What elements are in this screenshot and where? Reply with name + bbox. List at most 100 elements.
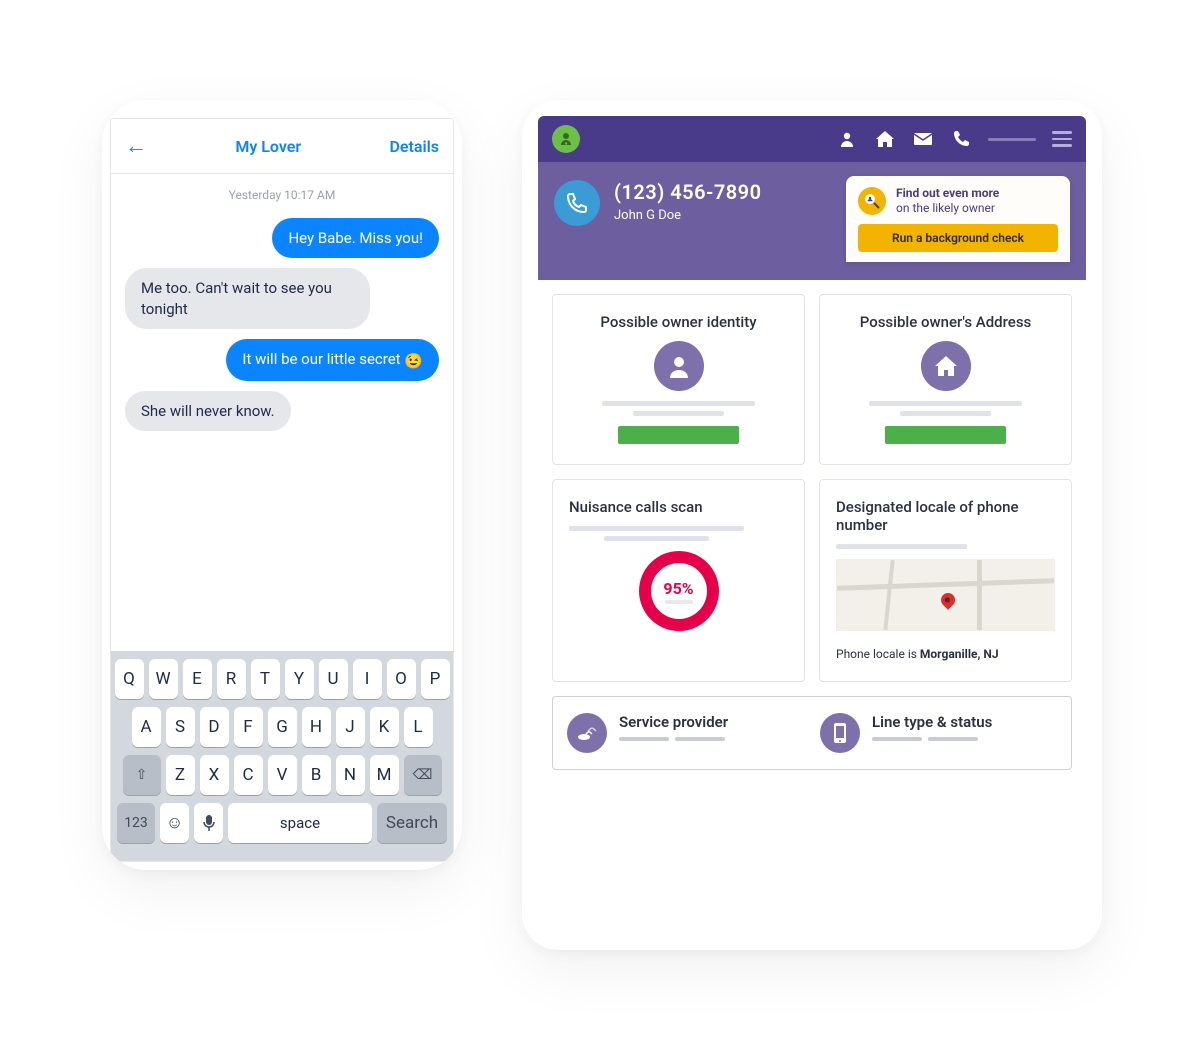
satellite-icon: [567, 713, 607, 753]
chat-header: ← My Lover Details: [111, 119, 453, 174]
key-emoji[interactable]: ☺: [160, 803, 189, 843]
wink-emoji-icon: 😉: [404, 351, 423, 371]
house-circle-icon: [921, 341, 971, 391]
card-nuisance-title: Nuisance calls scan: [569, 498, 703, 516]
back-button[interactable]: ←: [125, 133, 147, 159]
key-s[interactable]: S: [166, 707, 195, 747]
keyboard-row-1: Q W E R T Y U I O P: [117, 659, 447, 699]
action-bar[interactable]: [885, 426, 1005, 444]
nuisance-donut-chart: 95%: [639, 551, 719, 631]
key-m[interactable]: M: [370, 755, 399, 795]
logo-icon[interactable]: [552, 125, 580, 153]
key-p[interactable]: P: [421, 659, 450, 699]
navbar: [538, 116, 1086, 162]
message-bubble-received: She will never know.: [125, 391, 291, 431]
promo-card: Find out even more on the likely owner R…: [846, 176, 1070, 262]
placeholder-dashes: [619, 737, 728, 741]
key-backspace[interactable]: ⌫: [404, 755, 442, 795]
profile-text: (123) 456-7890 John G Doe: [614, 180, 832, 223]
background-check-button[interactable]: Run a background check: [858, 224, 1058, 252]
map-caption: Phone locale is Morganille, NJ: [836, 647, 999, 661]
phone-icon[interactable]: [950, 128, 972, 150]
nav-search-placeholder[interactable]: [988, 138, 1036, 141]
map-thumbnail[interactable]: [836, 559, 1055, 631]
key-mic[interactable]: [194, 803, 223, 843]
key-c[interactable]: C: [234, 755, 263, 795]
bottom-row: Service provider Line type & status: [552, 696, 1072, 770]
card-nuisance[interactable]: Nuisance calls scan 95%: [552, 479, 805, 682]
placeholder-lines: [569, 526, 744, 541]
nuisance-percentage: 95%: [663, 579, 693, 598]
mobile-icon: [820, 713, 860, 753]
keyboard: Q W E R T Y U I O P A S D F G H J K L: [111, 651, 453, 861]
key-a[interactable]: A: [132, 707, 161, 747]
phone-screen: ← My Lover Details Yesterday 10:17 AM He…: [110, 118, 454, 862]
keyboard-row-3: ⇧ Z X C V B N M ⌫: [117, 755, 447, 795]
card-address[interactable]: Possible owner's Address: [819, 294, 1072, 465]
chat-body[interactable]: Yesterday 10:17 AM Hey Babe. Miss you! M…: [111, 174, 453, 651]
key-k[interactable]: K: [370, 707, 399, 747]
promo-text: Find out even more on the likely owner: [896, 186, 999, 216]
card-address-title: Possible owner's Address: [860, 313, 1032, 331]
message-bubble-sent: Hey Babe. Miss you!: [272, 218, 439, 258]
card-locale[interactable]: Designated locale of phone number Phone …: [819, 479, 1072, 682]
key-j[interactable]: J: [336, 707, 365, 747]
key-l[interactable]: L: [404, 707, 433, 747]
key-n[interactable]: N: [336, 755, 365, 795]
key-e[interactable]: E: [183, 659, 212, 699]
key-h[interactable]: H: [302, 707, 331, 747]
key-y[interactable]: Y: [285, 659, 314, 699]
key-w[interactable]: W: [149, 659, 178, 699]
tablet-screen: (123) 456-7890 John G Doe Find out even …: [538, 116, 1086, 934]
mail-icon[interactable]: [912, 128, 934, 150]
key-x[interactable]: X: [200, 755, 229, 795]
map-caption-prefix: Phone locale is: [836, 647, 920, 661]
key-search[interactable]: Search: [377, 803, 447, 843]
card-identity[interactable]: Possible owner identity: [552, 294, 805, 465]
map-caption-location: Morganille, NJ: [920, 647, 999, 661]
person-circle-icon: [654, 341, 704, 391]
line-type-title: Line type & status: [872, 713, 992, 731]
placeholder-dashes: [872, 737, 992, 741]
service-provider-section[interactable]: Service provider: [567, 713, 804, 753]
key-b[interactable]: B: [302, 755, 331, 795]
placeholder-lines: [836, 544, 967, 549]
promo-line-2: on the likely owner: [896, 201, 999, 216]
key-v[interactable]: V: [268, 755, 297, 795]
details-button[interactable]: Details: [389, 137, 439, 156]
profile-phone-number: (123) 456-7890: [614, 180, 832, 204]
key-i[interactable]: I: [353, 659, 382, 699]
chat-title[interactable]: My Lover: [235, 137, 301, 156]
key-space[interactable]: space: [228, 803, 372, 843]
map-pin-icon: [938, 590, 958, 610]
key-u[interactable]: U: [319, 659, 348, 699]
key-z[interactable]: Z: [166, 755, 195, 795]
profile-name: John G Doe: [614, 208, 832, 223]
promo-line-1: Find out even more: [896, 186, 999, 201]
key-numbers[interactable]: 123: [117, 803, 155, 843]
message-bubble-received: Me too. Can't wait to see you tonight: [125, 268, 370, 329]
key-o[interactable]: O: [387, 659, 416, 699]
person-icon[interactable]: [836, 128, 858, 150]
profile-bar: (123) 456-7890 John G Doe Find out even …: [538, 162, 1086, 280]
service-provider-title: Service provider: [619, 713, 728, 731]
message-bubble-sent: It will be our little secret 😉: [226, 339, 439, 381]
key-q[interactable]: Q: [115, 659, 144, 699]
key-shift[interactable]: ⇧: [123, 755, 161, 795]
line-type-section[interactable]: Line type & status: [820, 713, 1057, 753]
card-identity-title: Possible owner identity: [600, 313, 756, 331]
magnify-person-icon: [858, 187, 886, 215]
placeholder-lines: [602, 401, 755, 416]
message-text: It will be our little secret: [242, 350, 400, 368]
key-g[interactable]: G: [268, 707, 297, 747]
key-t[interactable]: T: [251, 659, 280, 699]
menu-icon[interactable]: [1052, 131, 1072, 147]
phone-circle-icon: [554, 180, 600, 226]
keyboard-row-2: A S D F G H J K L: [117, 707, 447, 747]
key-r[interactable]: R: [217, 659, 246, 699]
home-icon[interactable]: [874, 128, 896, 150]
key-d[interactable]: D: [200, 707, 229, 747]
key-f[interactable]: F: [234, 707, 263, 747]
phone-device: ← My Lover Details Yesterday 10:17 AM He…: [102, 100, 462, 870]
action-bar[interactable]: [618, 426, 738, 444]
